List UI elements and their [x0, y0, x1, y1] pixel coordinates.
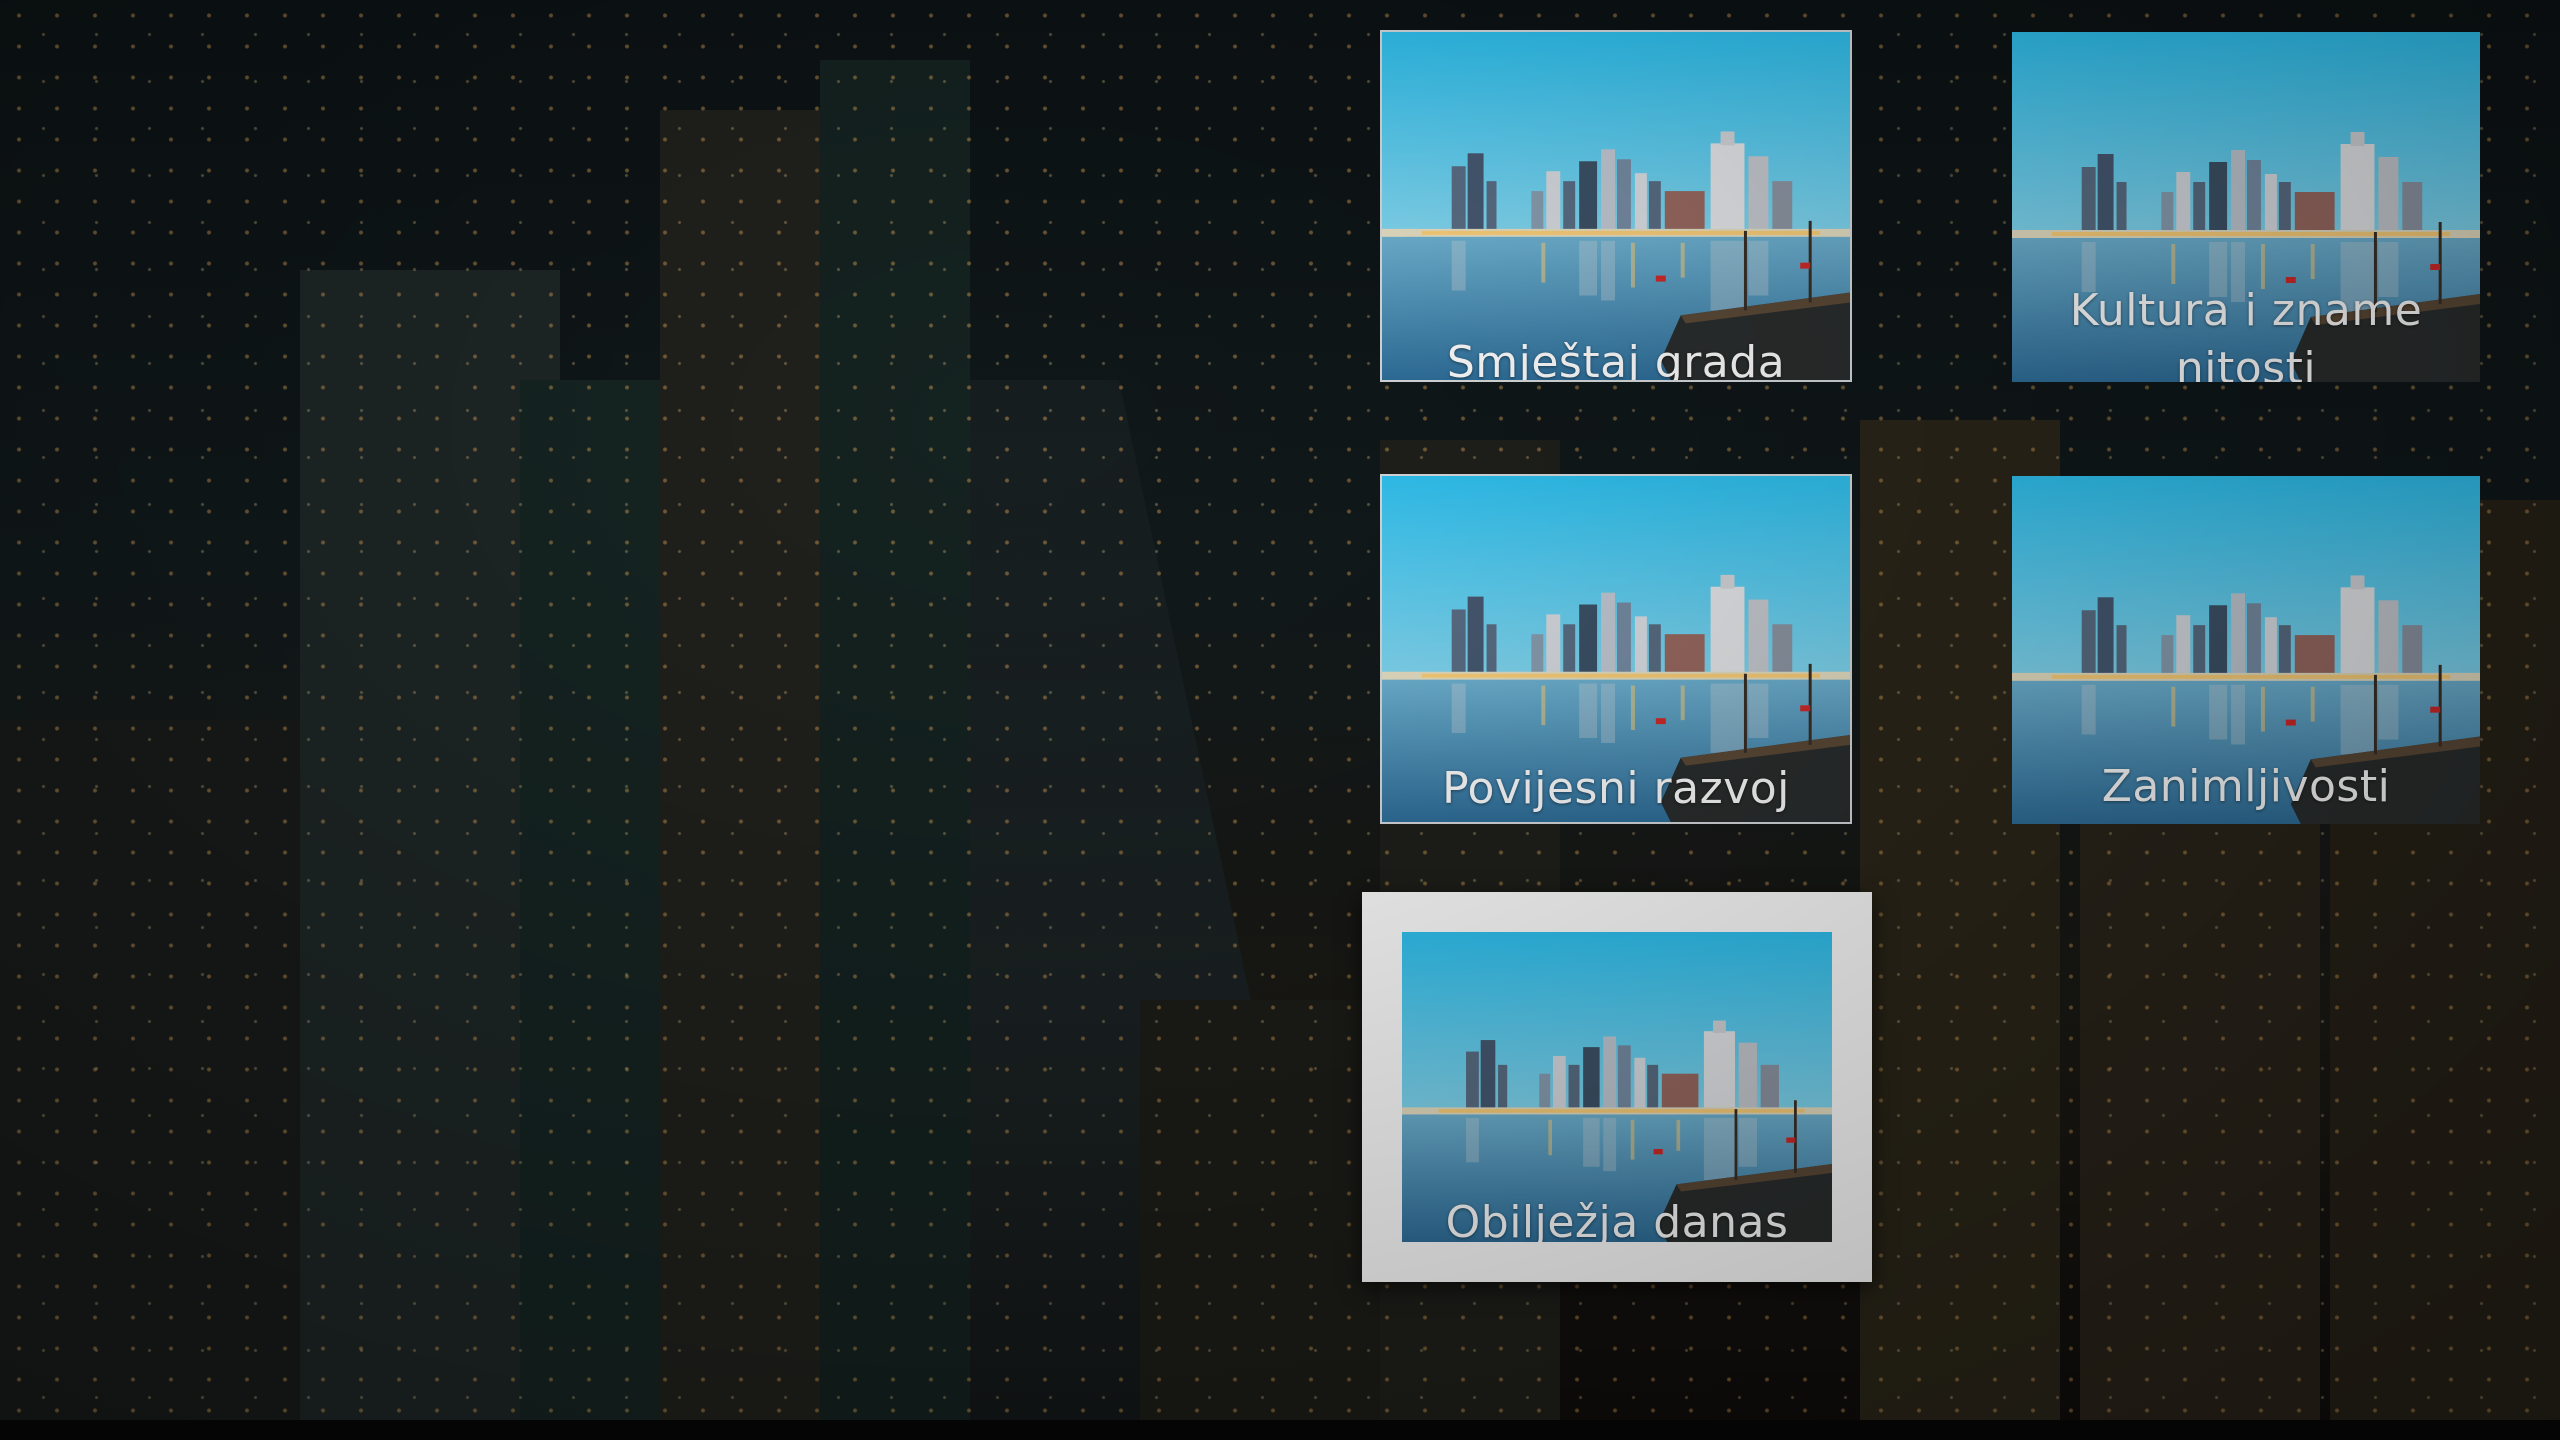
- tile-zanimljivosti[interactable]: Zanimljivosti: [2012, 476, 2480, 824]
- background-tower: [2330, 500, 2560, 1420]
- background-tower: [660, 110, 830, 1420]
- background-tower: [0, 720, 300, 1420]
- tile-smjestaj-grada[interactable]: Smještaj grada: [1380, 30, 1852, 382]
- background-city: [0, 0, 2560, 1420]
- tile-label: Povijesni razvoj: [1442, 763, 1790, 814]
- skyline-photo: [2012, 476, 2480, 824]
- slide-canvas: Smještaj grada Kultura i zname nitosti P…: [0, 0, 2560, 1420]
- tile-obiljezja-danas[interactable]: Obilježja danas: [1362, 892, 1872, 1282]
- skyline-photo: [2012, 32, 2480, 382]
- skyline-photo: [1402, 932, 1832, 1242]
- skyline-photo: [1382, 476, 1850, 822]
- tile-label: Obilježja danas: [1445, 1197, 1789, 1242]
- background-tower: [1380, 440, 1560, 1420]
- tile-label: Smještaj grada: [1446, 337, 1786, 382]
- background-city-lights: [0, 0, 2560, 1420]
- tile-kultura-i-znamenitosti[interactable]: Kultura i zname nitosti: [2012, 32, 2480, 382]
- tile-povijesni-razvoj[interactable]: Povijesni razvoj: [1380, 474, 1852, 824]
- bottom-bar: [0, 1420, 2560, 1440]
- background-tower: [300, 270, 560, 1420]
- background-tower: [2080, 550, 2320, 1420]
- background-tower: [1140, 1000, 1380, 1420]
- tile-photo-frame: Obilježja danas: [1402, 932, 1832, 1242]
- background-tower: [1860, 420, 2060, 1420]
- skyline-photo: [1382, 32, 1850, 380]
- background-tower: [520, 380, 780, 1420]
- tile-label: Zanimljivosti: [2101, 761, 2391, 812]
- background-river: [738, 380, 1340, 1420]
- background-tower: [820, 60, 970, 1420]
- tile-label: Kultura i zname nitosti: [2069, 285, 2423, 382]
